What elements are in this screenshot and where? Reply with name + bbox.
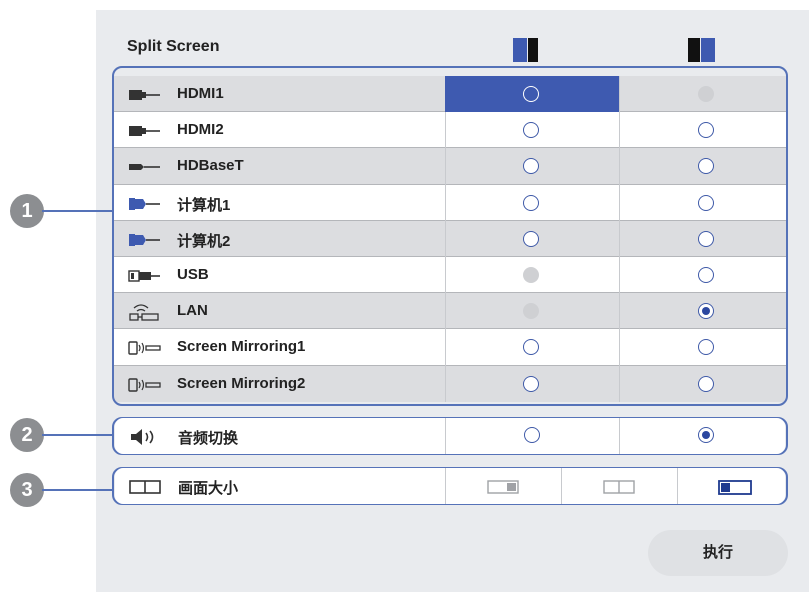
source-group-frame	[112, 66, 788, 406]
audio-row: 音频切换	[115, 418, 785, 454]
callout-1: 1	[10, 194, 44, 228]
size-right-large-icon[interactable]	[718, 480, 752, 500]
screen-size-row: 画面大小	[115, 468, 785, 504]
callout-2: 2	[10, 418, 44, 452]
speaker-icon	[129, 428, 163, 446]
page-title: Split Screen	[127, 38, 220, 55]
audio-left-radio[interactable]	[524, 427, 540, 443]
size-left-large-icon[interactable]	[487, 480, 519, 499]
screen-size-icon	[129, 478, 163, 496]
screen-size-label: 画面大小	[178, 480, 239, 497]
size-equal-icon[interactable]	[603, 480, 635, 499]
execute-button[interactable]: 执行	[648, 530, 788, 576]
audio-label: 音频切换	[178, 430, 239, 447]
split-right-active-icon	[688, 38, 724, 62]
callout-3: 3	[10, 473, 44, 507]
split-left-active-icon	[513, 38, 549, 62]
audio-right-radio[interactable]	[698, 427, 714, 443]
